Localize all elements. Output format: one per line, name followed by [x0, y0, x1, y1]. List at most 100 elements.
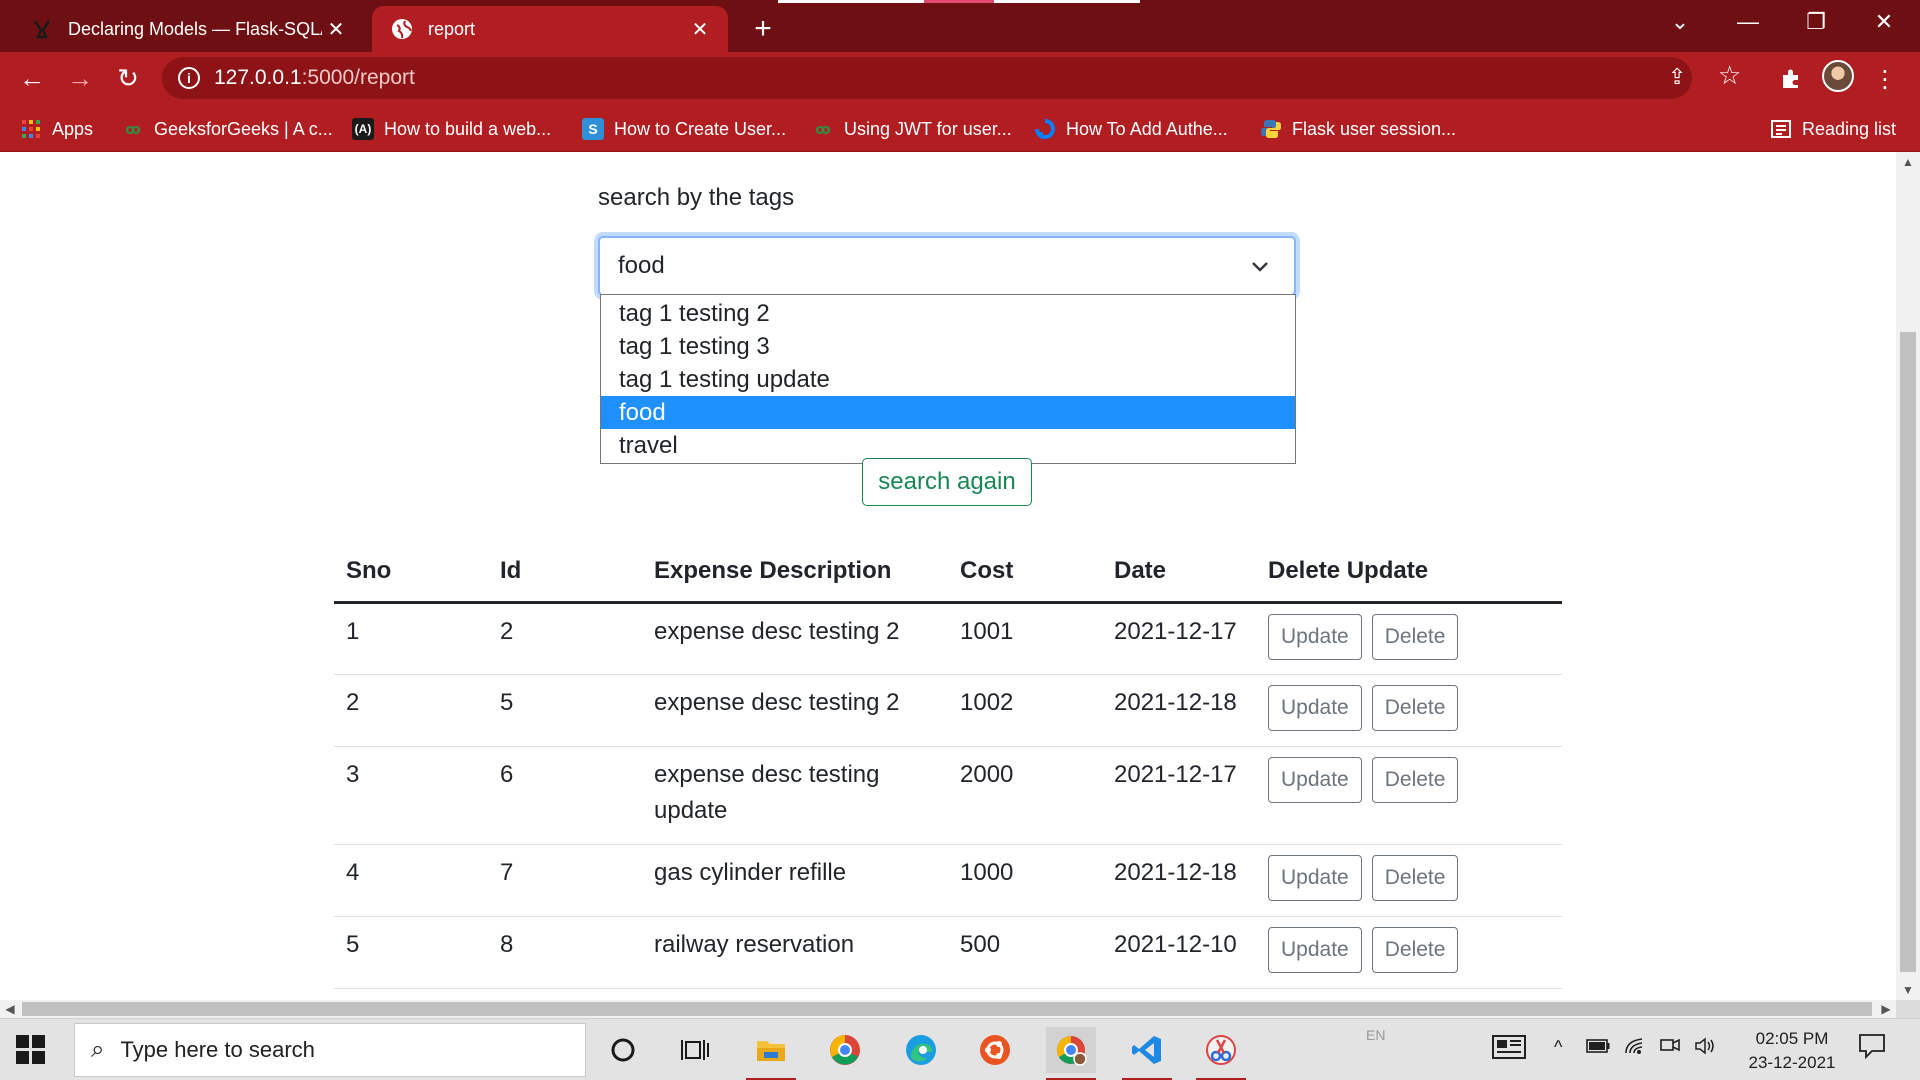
delete-button[interactable]: Delete: [1371, 684, 1459, 731]
scroll-down-arrow-icon[interactable]: ▼: [1896, 980, 1920, 1000]
delete-button[interactable]: Delete: [1371, 756, 1459, 803]
bookmark-build-web[interactable]: (A) How to build a web...: [352, 116, 551, 142]
profile-avatar[interactable]: [1822, 60, 1854, 92]
meet-now-icon[interactable]: [1660, 1037, 1680, 1060]
vertical-scrollbar[interactable]: ▲ ▼: [1896, 152, 1920, 1000]
restore-icon[interactable]: ❐: [1780, 0, 1852, 44]
tag-dropdown-list: tag 1 testing 2 tag 1 testing 3 tag 1 te…: [600, 294, 1296, 464]
cell-date: 2021-12-18: [1102, 844, 1256, 917]
task-view-icon[interactable]: [670, 1027, 720, 1073]
close-tab-icon[interactable]: ✕: [686, 15, 714, 43]
chrome-profile-icon[interactable]: [1046, 1027, 1096, 1080]
ubuntu-icon[interactable]: [970, 1027, 1020, 1073]
search-icon: ⌕: [91, 1036, 105, 1063]
cortana-icon[interactable]: [598, 1027, 648, 1073]
new-tab-button[interactable]: +: [744, 10, 782, 48]
dropdown-option[interactable]: tag 1 testing update: [601, 363, 1295, 396]
taskbar-search-box[interactable]: ⌕ Type here to search: [74, 1023, 586, 1077]
snipping-tool-icon[interactable]: [1196, 1027, 1246, 1080]
update-button[interactable]: Update: [1268, 684, 1362, 731]
cell-cost: 1002: [948, 674, 1102, 747]
reading-list-button[interactable]: Reading list: [1770, 116, 1896, 142]
delete-button[interactable]: Delete: [1371, 613, 1459, 660]
input-language-indicator[interactable]: EN: [1366, 1027, 1385, 1043]
minimize-icon[interactable]: —: [1712, 0, 1784, 44]
header-id: Id: [488, 542, 642, 604]
scroll-right-arrow-icon[interactable]: ▶: [1876, 1000, 1896, 1018]
bookmark-geeksforgeeks[interactable]: ꝏ GeeksforGeeks | A c...: [122, 116, 333, 142]
bookmark-label: Flask user session...: [1292, 118, 1457, 139]
menu-dots-icon[interactable]: ⋮: [1868, 62, 1902, 96]
show-hidden-icons-chevron-icon[interactable]: ^: [1554, 1037, 1562, 1058]
chrome-icon[interactable]: [820, 1027, 870, 1073]
close-tab-icon[interactable]: ✕: [322, 15, 350, 43]
edge-icon[interactable]: [896, 1027, 946, 1073]
tab-report[interactable]: report ✕: [372, 6, 728, 52]
dropdown-option[interactable]: tag 1 testing 2: [601, 297, 1295, 330]
vscode-icon[interactable]: [1122, 1027, 1172, 1080]
chevron-down-icon: [1246, 252, 1274, 280]
header-actions: Delete Update: [1256, 542, 1562, 604]
bookmark-star-icon[interactable]: ☆: [1718, 60, 1741, 91]
search-again-button[interactable]: search again: [862, 458, 1032, 506]
dropdown-option[interactable]: tag 1 testing 3: [601, 330, 1295, 363]
windows-taskbar: ⌕ Type here to search EN ^ 02:05 PM 23-1…: [0, 1018, 1920, 1080]
scrollbar-corner: [1896, 1000, 1920, 1018]
address-bar[interactable]: i 127.0.0.1 :5000/report: [162, 57, 1692, 99]
tab-search-chevron-icon[interactable]: ⌄: [1644, 0, 1716, 44]
cell-description: expense desc testing 2: [642, 674, 948, 747]
geeksforgeeks-icon: ꝏ: [125, 120, 141, 137]
update-button[interactable]: Update: [1268, 756, 1362, 803]
browser-toolbar: ← → ↻ i 127.0.0.1 :5000/report ⇪ ☆ ⋮: [0, 52, 1920, 104]
reading-list-icon: [1770, 118, 1792, 140]
url-path: :5000/report: [301, 66, 415, 89]
cell-cost: 2000: [948, 746, 1102, 845]
bookmark-jwt[interactable]: ꝏ Using JWT for user...: [812, 116, 1011, 142]
volume-icon[interactable]: [1694, 1037, 1716, 1060]
bookmark-create-user[interactable]: S How to Create User...: [582, 116, 786, 142]
windows-start-icon[interactable]: [16, 1035, 46, 1065]
tab-declaring-models[interactable]: Declaring Models — Flask-SQLAl ✕: [12, 6, 364, 52]
update-button[interactable]: Update: [1268, 613, 1362, 660]
site-info-icon[interactable]: i: [178, 67, 200, 89]
scroll-left-arrow-icon[interactable]: ◀: [0, 1000, 20, 1018]
file-explorer-icon[interactable]: [746, 1027, 796, 1080]
update-button[interactable]: Update: [1268, 926, 1362, 973]
bookmark-flask-session[interactable]: Flask user session...: [1260, 116, 1456, 142]
news-widget-icon[interactable]: [1492, 1035, 1526, 1064]
tag-select[interactable]: food: [598, 236, 1296, 296]
share-icon[interactable]: ⇪: [1668, 64, 1686, 90]
bookmark-label: How to build a web...: [384, 118, 552, 139]
table-header-row: Sno Id Expense Description Cost Date Del…: [334, 542, 1562, 604]
vertical-scroll-thumb[interactable]: [1900, 332, 1916, 972]
wifi-icon[interactable]: [1624, 1037, 1646, 1060]
cell-sno: 2: [334, 674, 488, 747]
delete-button[interactable]: Delete: [1371, 854, 1459, 901]
horizontal-scroll-thumb[interactable]: [22, 1002, 1872, 1016]
cell-id: 5: [488, 674, 642, 747]
cell-description: gas cylinder refille: [642, 844, 948, 917]
back-arrow-icon[interactable]: ←: [12, 58, 52, 98]
cell-actions: Update Delete: [1256, 746, 1562, 845]
bookmark-apps[interactable]: Apps: [20, 116, 93, 142]
table-row: 5 8 railway reservation 500 2021-12-10 U…: [334, 916, 1562, 989]
header-cost: Cost: [948, 542, 1102, 604]
delete-button[interactable]: Delete: [1371, 926, 1459, 973]
cell-description: expense desc testing 2: [642, 602, 948, 675]
forward-arrow-icon[interactable]: →: [60, 58, 100, 98]
horizontal-scrollbar[interactable]: ◀ ▶: [0, 1000, 1896, 1018]
cell-actions: Update Delete: [1256, 844, 1562, 917]
window-close-icon[interactable]: ✕: [1848, 0, 1920, 44]
taskbar-search-placeholder: Type here to search: [120, 1037, 315, 1062]
notifications-icon[interactable]: [1858, 1033, 1886, 1064]
cell-cost: 1000: [948, 844, 1102, 917]
bookmark-add-auth[interactable]: How To Add Authe...: [1034, 116, 1228, 142]
extensions-puzzle-icon[interactable]: [1774, 62, 1808, 96]
scroll-up-arrow-icon[interactable]: ▲: [1896, 152, 1920, 172]
update-button[interactable]: Update: [1268, 854, 1362, 901]
system-clock[interactable]: 02:05 PM 23-12-2021: [1736, 1027, 1848, 1075]
battery-icon[interactable]: [1586, 1037, 1610, 1058]
reload-icon[interactable]: ↻: [108, 58, 148, 98]
digitalocean-icon: [1034, 118, 1056, 140]
dropdown-option-selected[interactable]: food: [601, 396, 1295, 429]
